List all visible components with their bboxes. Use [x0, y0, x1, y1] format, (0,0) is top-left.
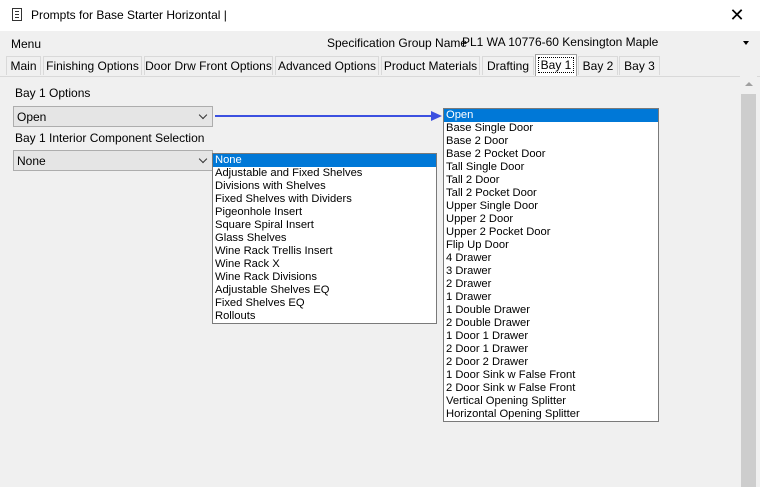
interior-fixed-shelves-eq[interactable]: Fixed Shelves EQ — [213, 297, 436, 310]
option-tall-2-door[interactable]: Tall 2 Door — [444, 174, 658, 187]
option-4-drawer[interactable]: 4 Drawer — [444, 252, 658, 265]
option-open[interactable]: Open — [444, 109, 658, 122]
interior-wine-rack-trellis-insert[interactable]: Wine Rack Trellis Insert — [213, 245, 436, 258]
option-base-single-door[interactable]: Base Single Door — [444, 122, 658, 135]
option-1-drawer[interactable]: 1 Drawer — [444, 291, 658, 304]
option-1-door-1-drawer[interactable]: 1 Door 1 Drawer — [444, 330, 658, 343]
interior-rollouts[interactable]: Rollouts — [213, 310, 436, 323]
bay-options-list[interactable]: Open Base Single Door Base 2 Door Base 2 Po… — [443, 108, 659, 422]
option-1-double-drawer[interactable]: 1 Double Drawer — [444, 304, 658, 317]
option-2-double-drawer[interactable]: 2 Double Drawer — [444, 317, 658, 330]
interior-divisions-with-shelves[interactable]: Divisions with Shelves — [213, 180, 436, 193]
interior-none[interactable]: None — [213, 154, 436, 167]
interior-wine-rack-x[interactable]: Wine Rack X — [213, 258, 436, 271]
interior-adjustable-and-fixed-shelves[interactable]: Adjustable and Fixed Shelves — [213, 167, 436, 180]
option-base-2-door[interactable]: Base 2 Door — [444, 135, 658, 148]
interior-wine-rack-divisions[interactable]: Wine Rack Divisions — [213, 271, 436, 284]
option-tall-2-pocket-door[interactable]: Tall 2 Pocket Door — [444, 187, 658, 200]
option-tall-single-door[interactable]: Tall Single Door — [444, 161, 658, 174]
option-upper-2-door[interactable]: Upper 2 Door — [444, 213, 658, 226]
option-2-door-2-drawer[interactable]: 2 Door 2 Drawer — [444, 356, 658, 369]
option-2-door-sink-w-false-front[interactable]: 2 Door Sink w False Front — [444, 382, 658, 395]
interior-fixed-shelves-with-dividers[interactable]: Fixed Shelves with Dividers — [213, 193, 436, 206]
option-2-drawer[interactable]: 2 Drawer — [444, 278, 658, 291]
interior-options-list[interactable]: None Adjustable and Fixed Shelves Division… — [212, 153, 437, 324]
interior-glass-shelves[interactable]: Glass Shelves — [213, 232, 436, 245]
option-horizontal-opening-splitter[interactable]: Horizontal Opening Splitter — [444, 408, 658, 421]
option-3-drawer[interactable]: 3 Drawer — [444, 265, 658, 278]
option-2-door-1-drawer[interactable]: 2 Door 1 Drawer — [444, 343, 658, 356]
interior-square-spiral-insert[interactable]: Square Spiral Insert — [213, 219, 436, 232]
option-flip-up-door[interactable]: Flip Up Door — [444, 239, 658, 252]
option-vertical-opening-splitter[interactable]: Vertical Opening Splitter — [444, 395, 658, 408]
option-1-door-sink-w-false-front[interactable]: 1 Door Sink w False Front — [444, 369, 658, 382]
arrow-head-icon — [431, 111, 442, 121]
option-upper-single-door[interactable]: Upper Single Door — [444, 200, 658, 213]
option-base-2-pocket-door[interactable]: Base 2 Pocket Door — [444, 148, 658, 161]
option-upper-2-pocket-door[interactable]: Upper 2 Pocket Door — [444, 226, 658, 239]
interior-pigeonhole-insert[interactable]: Pigeonhole Insert — [213, 206, 436, 219]
interior-adjustable-shelves-eq[interactable]: Adjustable Shelves EQ — [213, 284, 436, 297]
